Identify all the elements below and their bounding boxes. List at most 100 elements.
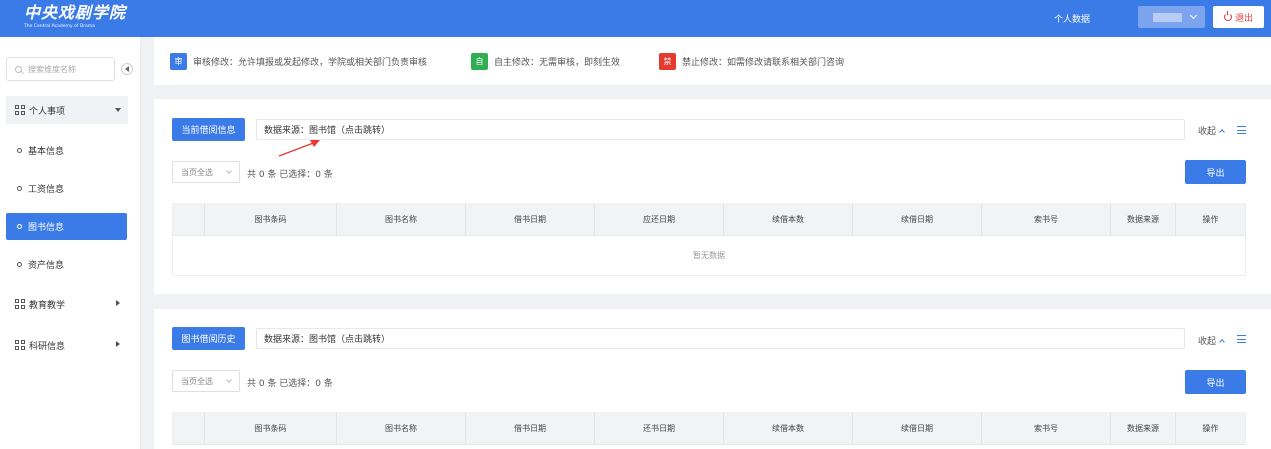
collapse-label: 收起 [1198, 337, 1217, 347]
current-borrowing-table: 图书条码 图书名称 借书日期 应还日期 续借本数 续借日期 索书号 数据来源 操… [172, 203, 1246, 276]
page-select-all-dropdown[interactable]: 当页全选 [172, 370, 240, 392]
caret-down-icon [115, 108, 121, 112]
current-borrowing-panel: 当前借阅信息 数据来源：图书馆（点击跳转） 收起 当页全选 共 0 条 已选择：… [154, 99, 1271, 294]
search-icon [15, 65, 22, 73]
column-header: 图书名称 [337, 412, 466, 445]
column-header: 续借日期 [853, 412, 982, 445]
column-header: 借书日期 [466, 412, 595, 445]
sidebar-item-label: 图书信息 [28, 223, 65, 233]
collapse-label: 收起 [1198, 127, 1217, 137]
triangle-left-icon [125, 66, 129, 72]
column-header: 数据来源 [1111, 203, 1176, 236]
column-settings-icon[interactable] [1237, 335, 1246, 343]
sidebar-item-label: 工资信息 [28, 185, 65, 195]
sidebar-group-label: 科研信息 [29, 341, 66, 352]
sidebar-item-basic[interactable]: 基本信息 [6, 137, 127, 164]
user-name-blurred [1153, 13, 1182, 22]
legend-text: 自主修改：无需审核，即刻生效 [494, 58, 621, 68]
sidebar-group-teaching[interactable]: 教育教学 [6, 290, 128, 318]
table-header: 图书条码 图书名称 借书日期 还书日期 续借本数 续借日期 索书号 数据来源 操… [173, 412, 1245, 445]
logout-button[interactable]: 退出 [1213, 6, 1264, 28]
chevron-down-icon [226, 168, 232, 174]
export-button[interactable]: 导出 [1185, 160, 1246, 184]
circle-icon [17, 262, 22, 267]
sidebar-item-library[interactable]: 图书信息 [6, 213, 127, 240]
sidebar-item-assets[interactable]: 资产信息 [6, 251, 127, 278]
borrowing-history-table: 图书条码 图书名称 借书日期 还书日期 续借本数 续借日期 索书号 数据来源 操… [172, 412, 1246, 445]
chevron-down-icon [226, 377, 232, 383]
column-settings-icon[interactable] [1237, 126, 1246, 134]
annotation-arrow-icon [278, 140, 320, 157]
collapse-toggle[interactable]: 收起 [1198, 124, 1225, 137]
column-header-checkbox[interactable] [173, 412, 205, 445]
borrowing-history-panel: 图书借阅历史 数据来源：图书馆（点击跳转） 收起 当页全选 共 0 条 已选择：… [154, 309, 1271, 449]
review-badge: 审 [170, 53, 187, 70]
column-header: 索书号 [982, 203, 1111, 236]
sidebar-item-label: 基本信息 [28, 147, 65, 157]
column-header: 还书日期 [595, 412, 724, 445]
modification-legend: 审 审核修改：允许填报或发起修改，学院或相关部门负责审核 自 自主修改：无需审核… [154, 37, 1271, 85]
legend-forbidden: 禁 禁止修改：如需修改请联系相关部门咨询 [659, 53, 844, 70]
page-select-label: 当页全选 [181, 167, 213, 177]
legend-text: 禁止修改：如需修改请联系相关部门咨询 [682, 58, 845, 68]
grid-icon [15, 299, 25, 309]
column-header: 索书号 [982, 412, 1111, 445]
logo[interactable]: 中央戏剧学院 The Central Academy of Drama [24, 3, 126, 30]
legend-review: 审 审核修改：允许填报或发起修改，学院或相关部门负责审核 [170, 53, 427, 70]
selection-count: 共 0 条 已选择：0 条 [247, 379, 333, 389]
column-header: 图书名称 [337, 203, 466, 236]
page-select-label: 当页全选 [181, 376, 213, 386]
column-header-checkbox[interactable] [173, 203, 205, 236]
chevron-up-icon [1219, 129, 1225, 135]
sidebar: 个人事项 基本信息 工资信息 图书信息 资产信息 教育教学 科研信息 [0, 37, 141, 449]
caret-right-icon [116, 300, 120, 306]
column-header: 操作 [1202, 215, 1219, 224]
circle-icon [17, 224, 22, 229]
chevron-up-icon [1219, 339, 1225, 345]
empty-state: 暂无数据 [173, 236, 1245, 276]
grid-icon [15, 340, 25, 350]
column-header: 续借本数 [724, 412, 853, 445]
self-badge: 自 [471, 53, 488, 70]
column-header: 操作 [1202, 424, 1219, 433]
export-button[interactable]: 导出 [1185, 370, 1246, 394]
circle-icon [17, 186, 22, 191]
power-icon [1223, 11, 1232, 21]
legend-text: 审核修改：允许填报或发起修改，学院或相关部门负责审核 [193, 58, 428, 68]
search-input[interactable] [28, 64, 108, 74]
data-source-link[interactable]: 数据来源：图书馆（点击跳转） [256, 328, 1185, 349]
collapse-toggle[interactable]: 收起 [1198, 334, 1225, 347]
column-header: 图书条码 [205, 203, 337, 236]
logo-chinese: 中央戏剧学院 [24, 3, 127, 22]
logout-label: 退出 [1234, 13, 1253, 24]
sidebar-group-research[interactable]: 科研信息 [6, 331, 128, 359]
legend-self: 自 自主修改：无需审核，即刻生效 [471, 53, 620, 70]
search-box[interactable] [6, 57, 115, 81]
column-header: 图书条码 [205, 412, 337, 445]
logo-english: The Central Academy of Drama [24, 24, 95, 29]
sidebar-group-personal[interactable]: 个人事项 [6, 96, 128, 124]
forbidden-badge: 禁 [659, 53, 676, 70]
circle-icon [17, 148, 22, 153]
sidebar-item-salary[interactable]: 工资信息 [6, 175, 127, 202]
sidebar-item-label: 资产信息 [28, 261, 65, 271]
panel-title-current[interactable]: 当前借阅信息 [172, 118, 245, 141]
caret-right-icon [116, 341, 120, 347]
selection-count: 共 0 条 已选择：0 条 [247, 170, 333, 180]
page-select-all-dropdown[interactable]: 当页全选 [172, 161, 240, 183]
table-header: 图书条码 图书名称 借书日期 应还日期 续借本数 续借日期 索书号 数据来源 操… [173, 203, 1245, 236]
sidebar-collapse-button[interactable] [121, 63, 133, 75]
column-header: 数据来源 [1111, 412, 1176, 445]
grid-icon [15, 105, 25, 115]
panel-title-history[interactable]: 图书借阅历史 [172, 327, 245, 350]
top-header: 中央戏剧学院 The Central Academy of Drama 个人数据… [0, 0, 1271, 37]
sidebar-group-label: 个人事项 [29, 106, 66, 117]
column-header: 应还日期 [595, 203, 724, 236]
column-header: 续借本数 [724, 203, 853, 236]
sidebar-group-label: 教育教学 [29, 300, 66, 311]
data-source-link[interactable]: 数据来源：图书馆（点击跳转） [256, 119, 1185, 140]
personal-data-link[interactable]: 个人数据 [1054, 12, 1090, 25]
user-dropdown[interactable] [1138, 6, 1205, 28]
column-header: 续借日期 [853, 203, 982, 236]
chevron-down-icon [1189, 11, 1198, 20]
